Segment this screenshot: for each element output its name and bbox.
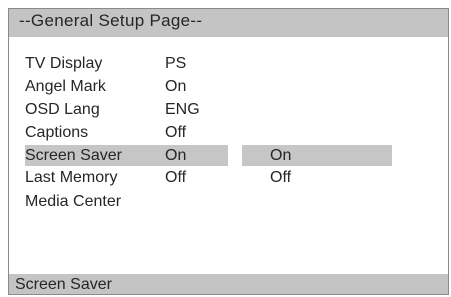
menu-item-label: Last Memory (25, 169, 118, 186)
menu-item-label: OSD Lang (25, 101, 100, 118)
menu-item-value: ENG (165, 101, 200, 118)
menu-item-last-memory[interactable]: Last Memory Off Off (9, 167, 448, 188)
menu-item-angel-mark[interactable]: Angel Mark On (9, 76, 448, 97)
setup-menu-screen: --General Setup Page-- TV Display PS Ang… (8, 8, 449, 295)
menu-item-label: Screen Saver (25, 147, 122, 164)
selected-option-highlight (242, 145, 392, 166)
menu-item-screen-saver[interactable]: Screen Saver On On (9, 145, 448, 166)
menu-item-value: PS (165, 55, 187, 72)
menu-item-label: TV Display (25, 55, 103, 72)
menu-item-label: Media Center (25, 193, 122, 210)
menu-item-value: On (165, 147, 187, 164)
status-text: Screen Saver (15, 276, 112, 293)
menu-item-label: Captions (25, 124, 89, 141)
submenu-option-off[interactable]: Off (270, 167, 291, 188)
menu-item-tv-display[interactable]: TV Display PS (9, 53, 448, 74)
page-title: --General Setup Page-- (19, 11, 203, 30)
menu-item-osd-lang[interactable]: OSD Lang ENG (9, 99, 448, 120)
menu-item-value: On (165, 78, 187, 95)
title-bar: --General Setup Page-- (9, 9, 448, 37)
submenu-option-on[interactable]: On (270, 145, 291, 166)
status-bar: Screen Saver (9, 274, 448, 294)
menu-item-media-center[interactable]: Media Center (9, 191, 448, 212)
menu-item-value: Off (165, 124, 187, 141)
menu-item-captions[interactable]: Captions Off (9, 122, 448, 143)
menu-item-value: Off (165, 169, 187, 186)
menu-item-label: Angel Mark (25, 78, 106, 95)
